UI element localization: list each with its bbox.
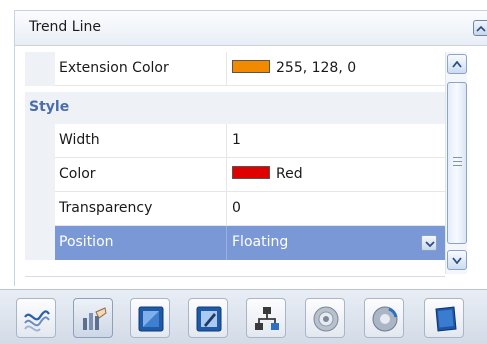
- disc-tool-button[interactable]: [305, 298, 345, 338]
- position-dropdown-button[interactable]: [421, 235, 437, 251]
- arrow-down-icon: [452, 257, 462, 264]
- window-blue-icon: [138, 306, 164, 332]
- trend-waves-icon: [24, 310, 50, 332]
- thumb-grip: [453, 161, 462, 162]
- property-name: Width: [59, 132, 100, 148]
- column-separator: [226, 124, 227, 158]
- vertical-scrollbar[interactable]: [445, 52, 467, 274]
- scroll-up-button[interactable]: [447, 54, 467, 74]
- property-row-position[interactable]: Position Floating: [25, 226, 445, 260]
- network-tool-button[interactable]: [246, 298, 286, 338]
- property-name: Color: [59, 166, 96, 182]
- property-grid: Extension Color 255, 128, 0 Style Width …: [25, 52, 475, 280]
- property-row-extension-color[interactable]: Extension Color 255, 128, 0: [25, 52, 445, 86]
- panel-title: Trend Line: [29, 19, 101, 35]
- property-value[interactable]: 255, 128, 0: [232, 60, 356, 76]
- grid-bottom-border: [25, 276, 445, 277]
- window-tool-button[interactable]: [130, 298, 170, 338]
- category-label: Style: [29, 99, 70, 115]
- category-style[interactable]: Style: [25, 92, 445, 124]
- property-name: Transparency: [59, 200, 153, 216]
- column-separator: [226, 158, 227, 192]
- refresh-disc-icon: [372, 306, 398, 332]
- arrow-up-icon: [452, 61, 462, 68]
- property-row-transparency[interactable]: Transparency 0: [25, 192, 445, 226]
- edit-window-tool-button[interactable]: [188, 298, 228, 338]
- row-gutter: [25, 192, 55, 226]
- row-gutter: [25, 124, 55, 158]
- panel-header[interactable]: Trend Line: [14, 10, 487, 46]
- chevron-up-icon: [476, 25, 486, 32]
- property-row-width[interactable]: Width 1: [25, 124, 445, 158]
- thumb-grip: [453, 165, 462, 166]
- property-grid-frame: Extension Color 255, 128, 0 Style Width …: [14, 46, 487, 286]
- property-name: Position: [59, 234, 114, 250]
- scroll-down-button[interactable]: [447, 250, 467, 270]
- gear-disc-icon: [313, 306, 339, 332]
- bar-chart-tool-button[interactable]: [73, 298, 113, 338]
- blue-book-icon: [435, 306, 457, 332]
- row-gutter: [25, 226, 55, 260]
- property-value[interactable]: Floating: [232, 234, 288, 250]
- row-gutter: [25, 52, 55, 86]
- refresh-disc-tool-button[interactable]: [364, 298, 404, 338]
- property-value-text: Red: [276, 166, 303, 182]
- collapse-button[interactable]: [473, 20, 487, 36]
- property-name: Extension Color: [59, 60, 169, 76]
- chevron-down-icon: [425, 241, 435, 248]
- bar-chart-hand-icon: [83, 307, 107, 330]
- column-separator: [226, 192, 227, 226]
- network-icon: [255, 307, 279, 330]
- bottom-toolbar: [0, 289, 487, 344]
- property-value[interactable]: 1: [232, 132, 241, 148]
- trend-line-panel: Trend Line Extension Color 255, 128, 0 S…: [0, 0, 487, 344]
- column-separator: [226, 226, 227, 260]
- color-swatch: [232, 60, 270, 73]
- scroll-thumb[interactable]: [447, 82, 467, 244]
- property-value[interactable]: 0: [232, 200, 241, 216]
- thumb-grip: [453, 157, 462, 158]
- column-separator: [226, 52, 227, 86]
- property-value[interactable]: Red: [232, 166, 303, 182]
- edit-window-icon: [196, 306, 222, 332]
- color-swatch: [232, 166, 270, 179]
- row-gutter: [25, 158, 55, 192]
- property-value-text: 255, 128, 0: [276, 60, 357, 76]
- trend-waves-tool-button[interactable]: [16, 298, 56, 338]
- book-tool-button[interactable]: [424, 298, 464, 338]
- property-row-color[interactable]: Color Red: [25, 158, 445, 192]
